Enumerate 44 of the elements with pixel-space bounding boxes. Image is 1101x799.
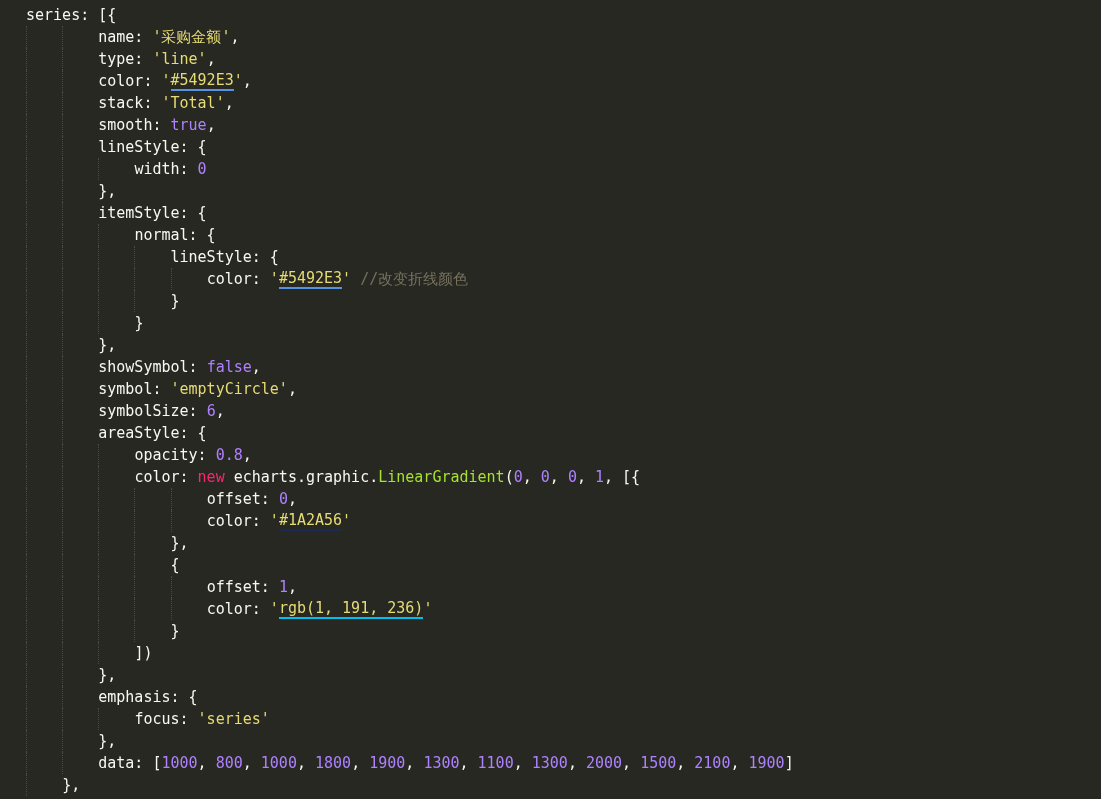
code-line: color: new echarts.graphic.LinearGradient(0, 0, 0, 1, [{: [134, 467, 641, 488]
color-value: #1A2A56: [278, 511, 343, 531]
code-text: color: ': [206, 269, 279, 290]
code-text: color: ': [206, 511, 279, 532]
code-line: }: [170, 291, 180, 312]
code-line: normal: {: [134, 225, 216, 246]
code-line: width: 0: [134, 159, 207, 180]
code-line: }: [170, 621, 180, 642]
code-line: stack: 'Total',: [98, 93, 234, 114]
code-line: {: [170, 555, 180, 576]
code-text: ',: [233, 71, 252, 92]
code-text: ': [423, 599, 433, 620]
code-line: lineStyle: {: [170, 247, 279, 268]
code-text: ': [342, 511, 352, 532]
code-text: ' //改变折线颜色: [342, 269, 469, 290]
code-line: type: 'line',: [98, 49, 216, 70]
code-line: emphasis: {: [98, 687, 198, 708]
code-line: }: [134, 313, 144, 334]
code-line: areaStyle: {: [98, 423, 207, 444]
color-value: #5492E3: [170, 71, 234, 91]
code-line: name: '采购金额',: [98, 27, 240, 48]
color-value: #5492E3: [278, 269, 343, 289]
code-line: data: [1000, 800, 1000, 1800, 1900, 1300, 1100, 1300, 2000, 1500, 2100, 1900]: [98, 753, 794, 774]
code-line: },: [98, 665, 117, 686]
code-line: },: [170, 533, 189, 554]
code-line: series: [{: [26, 5, 117, 26]
code-text: color: ': [98, 71, 171, 92]
code-line: showSymbol: false,: [98, 357, 261, 378]
code-line: },: [62, 775, 81, 796]
code-line: offset: 0,: [206, 489, 297, 510]
code-line: smooth: true,: [98, 115, 216, 136]
code-text: color: ': [206, 599, 279, 620]
code-line: },: [98, 335, 117, 356]
code-line: ]): [134, 643, 153, 664]
code-line: opacity: 0.8,: [134, 445, 252, 466]
code-line: symbolSize: 6,: [98, 401, 225, 422]
code-line: },: [98, 731, 117, 752]
code-line: focus: 'series': [134, 709, 270, 730]
color-value: rgb(1, 191, 236): [278, 599, 424, 619]
code-line: offset: 1,: [206, 577, 297, 598]
code-line: itemStyle: {: [98, 203, 207, 224]
code-line: lineStyle: {: [98, 137, 207, 158]
code-line: symbol: 'emptyCircle',: [98, 379, 297, 400]
code-line: },: [98, 181, 117, 202]
